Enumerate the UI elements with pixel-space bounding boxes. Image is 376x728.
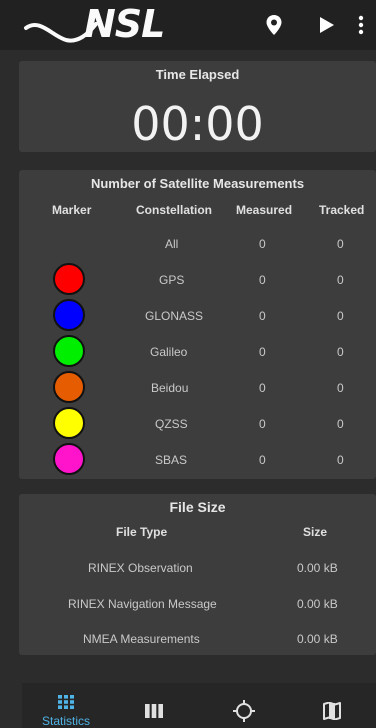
elapsed-time-value: 00:00 xyxy=(131,97,264,151)
satellite-card-title: Number of Satellite Measurements xyxy=(90,176,305,191)
file-type: RINEX Observation xyxy=(88,561,193,575)
measured-count: 0 xyxy=(259,273,266,287)
nsl-logo: NSL xyxy=(22,2,212,48)
overflow-menu-icon[interactable] xyxy=(355,13,367,37)
file-size-card: File Size File Type Size RINEX Observati… xyxy=(19,494,376,655)
constellation-name: QZSS xyxy=(155,417,188,431)
time-elapsed-title: Time Elapsed xyxy=(155,67,240,82)
header-file-type: File Type xyxy=(116,525,168,539)
columns-icon xyxy=(145,704,163,718)
measured-count: 0 xyxy=(259,417,266,431)
file-type: NMEA Measurements xyxy=(83,632,200,646)
header-measured: Measured xyxy=(236,203,293,217)
tracked-count: 0 xyxy=(337,417,344,431)
tracked-count: 0 xyxy=(337,453,344,467)
constellation-name: All xyxy=(165,237,179,251)
header-tracked: Tracked xyxy=(319,203,365,217)
nav-tab-crosshair[interactable] xyxy=(199,683,287,728)
glonass-marker-icon xyxy=(53,299,85,331)
logo-text: NSL xyxy=(84,2,165,46)
tracked-count: 0 xyxy=(337,309,344,323)
measured-count: 0 xyxy=(259,453,266,467)
time-elapsed-card: Time Elapsed 00:00 xyxy=(19,61,376,152)
measured-count: 0 xyxy=(259,309,266,323)
tracked-count: 0 xyxy=(337,237,344,251)
nav-tab-map[interactable] xyxy=(288,683,376,728)
nav-tab-statistics[interactable]: Statistics xyxy=(22,683,110,728)
measured-count: 0 xyxy=(259,345,266,359)
file-type: RINEX Navigation Message xyxy=(68,597,217,611)
gps-marker-icon xyxy=(53,263,85,295)
measured-count: 0 xyxy=(259,237,266,251)
header-size: Size xyxy=(303,525,328,539)
file-size: 0.00 kB xyxy=(297,561,338,575)
crosshair-icon xyxy=(233,700,255,722)
file-size: 0.00 kB xyxy=(297,597,338,611)
file-size: 0.00 kB xyxy=(297,632,338,646)
map-icon xyxy=(323,701,341,721)
constellation-name: SBAS xyxy=(155,453,188,467)
bottom-navigation: Statistics xyxy=(22,683,376,728)
constellation-name: Galileo xyxy=(150,345,188,359)
tracked-count: 0 xyxy=(337,381,344,395)
location-pin-icon[interactable] xyxy=(262,13,286,37)
file-size-title: File Size xyxy=(169,499,226,515)
grid-icon xyxy=(58,695,74,709)
measured-count: 0 xyxy=(259,381,266,395)
header-marker: Marker xyxy=(52,203,92,217)
tracked-count: 0 xyxy=(337,273,344,287)
play-icon[interactable] xyxy=(314,13,338,37)
constellation-name: GPS xyxy=(159,273,185,287)
nav-tab-columns[interactable] xyxy=(110,683,198,728)
header-constellation: Constellation xyxy=(136,203,213,217)
galileo-marker-icon xyxy=(53,335,85,367)
satellite-measurements-card: Number of Satellite Measurements Marker … xyxy=(19,170,376,479)
sbas-marker-icon xyxy=(53,443,85,475)
nav-tab-label: Statistics xyxy=(41,714,90,728)
constellation-name: GLONASS xyxy=(145,309,204,323)
constellation-name: Beidou xyxy=(151,381,189,395)
beidou-marker-icon xyxy=(53,371,85,403)
qzss-marker-icon xyxy=(53,407,85,439)
tracked-count: 0 xyxy=(337,345,344,359)
app-bar: NSL xyxy=(0,0,376,50)
